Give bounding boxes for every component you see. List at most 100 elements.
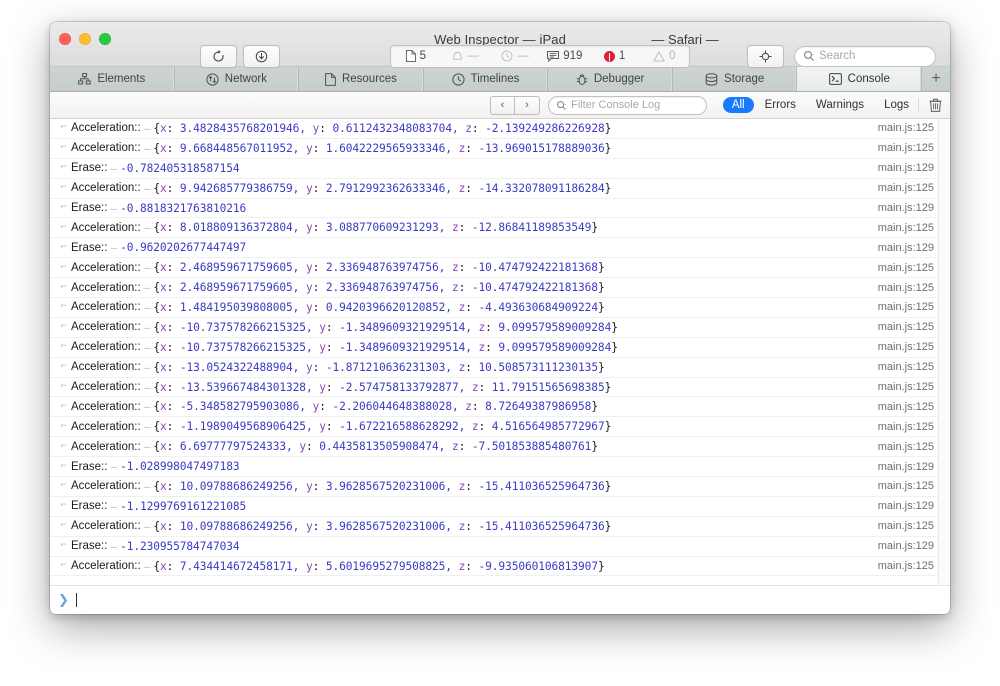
console-log-row[interactable]: ⌐ Acceleration:: – {x: 10.09788686249256, y…	[50, 517, 950, 537]
inspect-node-button[interactable]	[747, 44, 784, 68]
scope-errors[interactable]: Errors	[756, 97, 805, 113]
screenshot-root: Web Inspector — iPad — Safari — 5 — — 91…	[0, 0, 1000, 686]
log-entry-source-link[interactable]: main.js:125	[878, 361, 934, 373]
log-entry-source-link[interactable]: main.js:125	[878, 142, 934, 154]
console-log-row[interactable]: ⌐ Acceleration:: – {x: -10.737578266215325,…	[50, 318, 950, 338]
log-entry-source-link[interactable]: main.js:129	[878, 162, 934, 174]
console-log-row[interactable]: ⌐ Erase:: – -1.028998047497183 main.js:129	[50, 457, 950, 478]
console-log-row[interactable]: ⌐ Erase:: – -1.230955784747034 main.js:129	[50, 537, 950, 557]
console-log-row[interactable]: ⌐ Acceleration:: – {x: -13.0524322488904, y…	[50, 358, 950, 378]
console-log-row[interactable]: ⌐ Acceleration:: – {x: -5.348582795903086, …	[50, 397, 950, 418]
console-log-row[interactable]: ⌐ Acceleration:: – {x: -13.539667484301328,…	[50, 378, 950, 398]
log-entry-source-link[interactable]: main.js:125	[878, 421, 934, 433]
log-entry-source-link[interactable]: main.js:129	[878, 540, 934, 552]
previous-button[interactable]: ‹	[490, 95, 515, 115]
log-entry-source-link[interactable]: main.js:125	[878, 321, 934, 333]
console-log-row[interactable]: ⌐ Acceleration:: – {x: 9.942685779386759, y…	[50, 179, 950, 199]
dashboard-errors[interactable]: 1	[590, 46, 640, 67]
log-entry-source-link[interactable]: main.js:125	[878, 282, 934, 294]
download-icon	[254, 49, 269, 64]
dashboard-resources-value: 5	[419, 50, 427, 62]
scope-warnings[interactable]: Warnings	[807, 97, 873, 113]
log-entry-source-link[interactable]: main.js:125	[878, 182, 934, 194]
console-log-area[interactable]: ⌐ Acceleration:: – {x: 3.4828435768201946, …	[50, 119, 950, 585]
console-prompt[interactable]: ❯	[50, 585, 950, 614]
tab-storage[interactable]: Storage	[673, 67, 798, 91]
log-entry-source-link[interactable]: main.js:125	[878, 122, 934, 134]
dashboard-resources[interactable]: 5	[391, 46, 441, 67]
console-log-row[interactable]: ⌐ Acceleration:: – {x: 1.484195039808005, y…	[50, 298, 950, 318]
console-navigation-segment: ‹ ›	[490, 95, 540, 115]
console-log-row[interactable]: ⌐ Acceleration:: – {x: -1.1989049568906425,…	[50, 417, 950, 438]
log-entry-label: Acceleration::	[71, 520, 141, 533]
log-entry-source-link[interactable]: main.js:125	[878, 441, 934, 453]
console-log-row[interactable]: ⌐ Acceleration:: – {x: 3.4828435768201946, …	[50, 119, 950, 139]
log-entry-label: Acceleration::	[71, 440, 141, 453]
clear-console-button[interactable]	[918, 98, 942, 112]
log-entry-source-link[interactable]: main.js:129	[878, 242, 934, 254]
add-tab-button[interactable]: +	[922, 67, 950, 91]
tab-network[interactable]: Network	[175, 67, 300, 91]
console-log-row[interactable]: ⌐ Acceleration:: – {x: 10.09788686249256, y…	[50, 477, 950, 497]
log-entry-separator: –	[143, 400, 151, 414]
log-entry-source-link[interactable]: main.js:129	[878, 500, 934, 512]
resources-icon	[325, 72, 336, 86]
console-log-row[interactable]: ⌐ Acceleration:: – {x: -10.737578266215325,…	[50, 338, 950, 358]
log-entry-source-link[interactable]: main.js:125	[878, 560, 934, 572]
tab-resources[interactable]: Resources	[299, 67, 424, 91]
dashboard-alerts[interactable]: —	[441, 46, 491, 67]
log-entry-label: Acceleration::	[71, 361, 141, 374]
tab-elements[interactable]: Elements	[50, 67, 175, 91]
log-entry-source-link[interactable]: main.js:125	[878, 262, 934, 274]
log-entry-source-link[interactable]: main.js:125	[878, 480, 934, 492]
console-log-row[interactable]: ⌐ Erase:: – -0.8818321763810216 main.js:129	[50, 199, 950, 219]
log-entry-source-link[interactable]: main.js:125	[878, 222, 934, 234]
log-entry-source-link[interactable]: main.js:125	[878, 381, 934, 393]
console-log-row[interactable]: ⌐ Acceleration:: – {x: 6.69777797524333, y:…	[50, 437, 950, 458]
dashboard-warnings[interactable]: 0	[639, 46, 689, 67]
console-log-row[interactable]: ⌐ Acceleration:: – {x: 9.668448567011952, y…	[50, 139, 950, 159]
log-entry-source-link[interactable]: main.js:125	[878, 341, 934, 353]
scope-all[interactable]: All	[722, 97, 754, 113]
console-log-row[interactable]: ⌐ Erase:: – -0.782405318587154 main.js:129	[50, 159, 950, 179]
log-entry-separator: –	[143, 440, 151, 454]
reload-button[interactable]	[200, 44, 237, 68]
log-entry-separator: –	[143, 360, 151, 374]
dashboard-logs[interactable]: 919	[540, 46, 590, 67]
log-entry-label: Erase::	[71, 460, 108, 473]
filter-console-input[interactable]: Filter Console Log	[548, 95, 707, 115]
search-input[interactable]: Search	[794, 45, 936, 67]
tab-console[interactable]: Console	[797, 67, 923, 91]
log-entry-label: Acceleration::	[71, 281, 141, 294]
dashboard-time[interactable]: —	[490, 46, 540, 67]
scope-logs[interactable]: Logs	[875, 97, 918, 113]
log-entry-label: Acceleration::	[71, 142, 141, 155]
log-entry-separator: –	[143, 420, 151, 434]
log-entry-source-link[interactable]: main.js:125	[878, 401, 934, 413]
log-entry-icon: ⌐	[60, 420, 67, 432]
tab-timelines[interactable]: Timelines	[424, 67, 549, 91]
document-icon	[405, 50, 416, 62]
console-log-row[interactable]: ⌐ Acceleration:: – {x: 7.434414672458171, y…	[50, 557, 950, 577]
console-log-row[interactable]: ⌐ Erase:: – -1.1299769161221085 main.js:129	[50, 497, 950, 517]
log-entry-source-link[interactable]: main.js:129	[878, 461, 934, 473]
tab-debugger[interactable]: Debugger	[548, 67, 673, 91]
log-entry-source-link[interactable]: main.js:125	[878, 520, 934, 532]
log-entry-source-link[interactable]: main.js:129	[878, 202, 934, 214]
console-scrollbar[interactable]	[938, 119, 950, 585]
console-log-row[interactable]: ⌐ Acceleration:: – {x: 2.468959671759605, y…	[50, 278, 950, 299]
console-log-row[interactable]: ⌐ Acceleration:: – {x: 2.468959671759605, y…	[50, 258, 950, 279]
log-entry-value: -1.230955784747034	[120, 539, 240, 553]
log-entry-value: {x: 9.942685779386759, y: 2.791299236263…	[153, 181, 612, 195]
log-entry-source-link[interactable]: main.js:125	[878, 301, 934, 313]
inspector-dashboard[interactable]: 5 — — 919 1 0	[390, 44, 690, 68]
console-log-row[interactable]: ⌐ Erase:: – -0.9620202677447497 main.js:129	[50, 238, 950, 259]
log-entry-value: {x: 10.09788686249256, y: 3.962856752023…	[153, 519, 612, 533]
download-button[interactable]	[243, 44, 280, 68]
next-button[interactable]: ›	[515, 95, 540, 115]
network-icon	[206, 72, 219, 86]
log-entry-icon: ⌐	[60, 241, 67, 253]
log-entry-label: Acceleration::	[71, 221, 141, 234]
console-log-row[interactable]: ⌐ Acceleration:: – {x: 8.018809136372804, y…	[50, 218, 950, 239]
filter-console-placeholder: Filter Console Log	[571, 99, 661, 111]
